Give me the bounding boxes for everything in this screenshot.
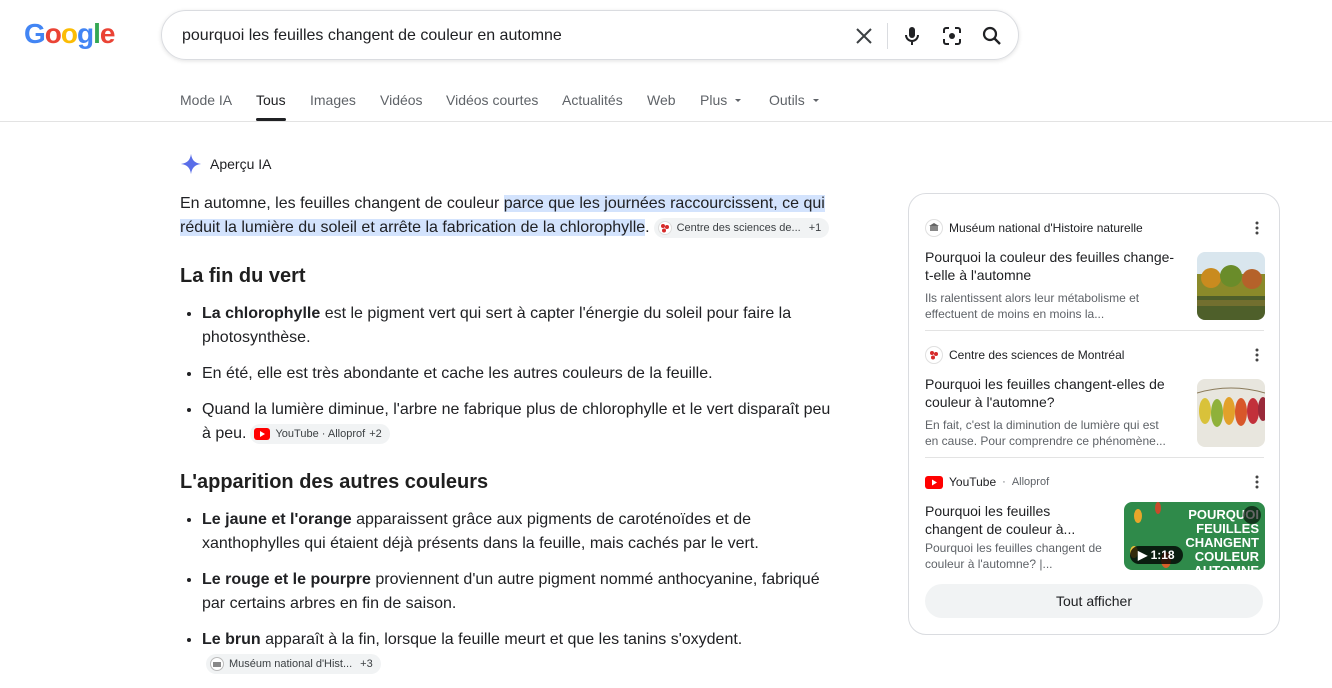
source-site: Muséum national d'Histoire naturelle (949, 221, 1143, 235)
logo-letter: o (44, 18, 62, 49)
intro-text: En automne, les feuilles changent de cou… (180, 195, 504, 212)
source-header: YouTube · Alloprof (925, 472, 1265, 492)
source-header: Centre des sciences de Montréal (925, 345, 1265, 365)
list-item: Le brun apparaît à la fin, lorsque la fe… (202, 628, 840, 676)
source-chip[interactable]: YouTube · Alloprof +2 (250, 423, 390, 444)
source-title[interactable]: Pourquoi les feuilles changent-elles de … (925, 375, 1175, 411)
more-options-icon[interactable] (1249, 347, 1265, 363)
bullet-list: La chlorophylle est le pigment vert qui … (180, 302, 840, 446)
chevron-down-icon (735, 99, 742, 102)
source-site: Centre des sciences de Montréal (949, 348, 1125, 362)
tab-images[interactable]: Images (310, 92, 356, 108)
header-divider (0, 121, 1332, 122)
tab-videos[interactable]: Vidéos (380, 92, 423, 108)
tab-tous[interactable]: Tous (256, 92, 286, 108)
list-item: Le rouge et le pourpre proviennent d'un … (202, 568, 840, 616)
bullet-bold: Le rouge et le pourpre (202, 571, 371, 588)
source-channel: Alloprof (1011, 476, 1050, 488)
logo-letter: g (77, 18, 94, 49)
museum-logo-icon (210, 656, 224, 671)
source-description: Ils ralentissent alors leur métabolisme … (925, 291, 1140, 321)
source-title[interactable]: Pourquoi les feuilles changent de couleu… (925, 502, 1105, 538)
tab-outils-label: Outils (769, 92, 805, 108)
section-heading: L'apparition des autres couleurs (180, 471, 489, 493)
chip-name: Muséum national d'Hist... (229, 657, 353, 670)
microphone-icon[interactable] (900, 24, 924, 48)
video-duration: ▶ 1:18 (1130, 546, 1183, 564)
tab-actualites[interactable]: Actualités (562, 92, 623, 108)
source-item[interactable]: Muséum national d'Histoire naturelle Pou… (925, 218, 1265, 328)
source-separator-dot: · (1002, 476, 1006, 488)
camera-lens-icon[interactable] (940, 24, 964, 48)
bullet-text: En été, elle est très abondante et cache… (202, 365, 713, 382)
chip-name: YouTube · Alloprof (275, 427, 366, 440)
intro-end: . (645, 219, 650, 236)
more-options-icon[interactable] (1249, 474, 1265, 490)
ai-overview-label: Aperçu IA (210, 156, 272, 172)
search-icon[interactable] (980, 24, 1004, 48)
search-divider (887, 23, 888, 49)
more-options-icon[interactable] (1249, 220, 1265, 236)
chip-count: +1 (808, 221, 822, 234)
sources-card: Muséum national d'Histoire naturelle Pou… (908, 193, 1280, 635)
csm-logo-icon (657, 220, 672, 235)
chip-count: +3 (360, 657, 373, 670)
chip-name: Centre des sciences de... (676, 221, 801, 234)
source-description: En fait, c'est la diminution de lumière … (925, 418, 1166, 448)
source-chip[interactable]: Centre des sciences de... +1 (653, 217, 830, 238)
source-separator (925, 330, 1264, 331)
source-header: Muséum national d'Histoire naturelle (925, 218, 1265, 238)
ai-intro: En automne, les feuilles changent de cou… (180, 192, 840, 240)
search-box (161, 10, 1019, 60)
bullet-bold: La chlorophylle (202, 305, 321, 322)
section-heading: La fin du vert (180, 265, 306, 287)
logo-letter: l (93, 18, 101, 49)
google-logo[interactable]: Google (24, 18, 116, 50)
tab-mode-ia[interactable]: Mode IA (180, 92, 232, 108)
tab-plus-label: Plus (700, 92, 728, 108)
play-icon: ▶ (1138, 548, 1148, 562)
list-item: En été, elle est très abondante et cache… (202, 362, 840, 386)
youtube-icon (925, 475, 943, 489)
list-item: Quand la lumière diminue, l'arbre ne fab… (202, 398, 840, 446)
csm-logo-icon (925, 346, 943, 364)
source-description: Pourquoi les feuilles changent de couleu… (925, 541, 1102, 571)
tab-web[interactable]: Web (647, 92, 676, 108)
bullet-bold: Le jaune et l'orange (202, 511, 352, 528)
bullet-text: apparaît à la fin, lorsque la feuille me… (260, 631, 743, 648)
tab-videos-courtes[interactable]: Vidéos courtes (446, 92, 538, 108)
museum-logo-icon (925, 219, 943, 237)
tab-outils[interactable]: Outils (769, 92, 821, 108)
source-site: YouTube (949, 475, 997, 489)
ai-overview-header: Aperçu IA (180, 153, 271, 175)
source-chip[interactable]: Muséum national d'Hist... +3 (206, 653, 381, 674)
bullet-list: Le jaune et l'orange apparaissent grâce … (180, 508, 840, 676)
show-all-button[interactable]: Tout afficher (925, 584, 1263, 618)
source-item[interactable]: Centre des sciences de Montréal Pourquoi… (925, 345, 1265, 455)
expand-icon[interactable] (1243, 506, 1261, 524)
logo-letter: G (24, 18, 46, 49)
ai-overview-body: En automne, les feuilles changent de cou… (180, 192, 840, 688)
logo-letter: e (99, 18, 116, 49)
sparkle-icon (180, 153, 202, 175)
chevron-down-icon (812, 99, 819, 102)
autumn-lake-thumbnail (1197, 252, 1265, 320)
list-item: La chlorophylle est le pigment vert qui … (202, 302, 840, 350)
list-item: Le jaune et l'orange apparaissent grâce … (202, 508, 840, 556)
source-item[interactable]: YouTube · Alloprof Pourquoi les feuilles… (925, 472, 1265, 572)
chip-count: +2 (369, 427, 382, 440)
duration-text: 1:18 (1150, 548, 1175, 562)
search-input[interactable] (180, 23, 824, 49)
source-title[interactable]: Pourquoi la couleur des feuilles change-… (925, 248, 1175, 284)
logo-letter: o (60, 18, 78, 49)
youtube-icon (254, 427, 271, 440)
tab-plus[interactable]: Plus (700, 92, 743, 108)
video-thumbnail[interactable]: POURQUOI FEUILLES CHANGENT COULEUR AUTOM… (1124, 502, 1265, 570)
bullet-bold: Le brun (202, 631, 261, 648)
source-separator (925, 457, 1264, 458)
leaves-thumbnail (1197, 379, 1265, 447)
clear-icon[interactable] (852, 24, 876, 48)
